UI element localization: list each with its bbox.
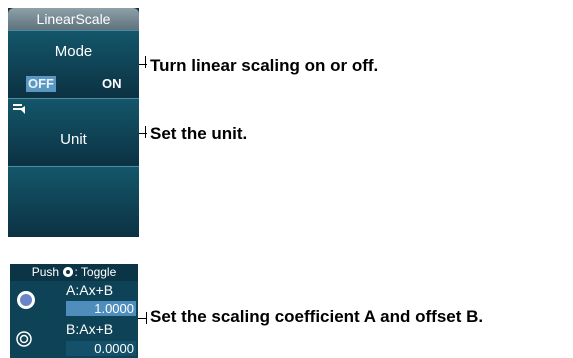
offset-b-value[interactable]: 0.0000 bbox=[66, 341, 136, 356]
empty-softkey[interactable] bbox=[8, 166, 139, 237]
mode-callout: Turn linear scaling on or off. bbox=[150, 56, 379, 75]
coef-callout: Set the scaling coefficient A and offset… bbox=[150, 307, 484, 326]
dial-active-icon[interactable] bbox=[16, 290, 36, 310]
coef-leader-tick bbox=[146, 312, 147, 324]
mode-option-on[interactable]: ON bbox=[100, 76, 124, 92]
jog-title-prefix: Push bbox=[31, 265, 60, 279]
mode-label: Mode bbox=[54, 43, 93, 60]
jog-title: Push : Toggle bbox=[10, 264, 138, 281]
menu-title: LinearScale bbox=[8, 8, 139, 30]
keyboard-icon bbox=[13, 104, 25, 114]
coef-a-label: A:Ax+B bbox=[66, 282, 114, 298]
jog-title-suffix: : Toggle bbox=[74, 265, 117, 279]
unit-softkey[interactable]: Unit bbox=[8, 98, 139, 165]
mode-option-off[interactable]: OFF bbox=[26, 76, 56, 92]
offset-b-label: B:Ax+B bbox=[66, 321, 114, 337]
mode-leader-tick bbox=[145, 56, 146, 68]
dial-inactive-icon[interactable] bbox=[16, 331, 32, 347]
linear-scale-menu: LinearScale Mode OFF ON Unit bbox=[8, 8, 139, 237]
unit-callout: Set the unit. bbox=[150, 124, 248, 143]
unit-label: Unit bbox=[60, 131, 87, 148]
unit-leader-tick bbox=[145, 126, 146, 138]
mode-softkey[interactable]: Mode OFF ON bbox=[8, 30, 139, 97]
coef-a-value[interactable]: 1.0000 bbox=[66, 301, 136, 316]
jog-panel: Push : Toggle A:Ax+B 1.0000 B:Ax+B 0.000… bbox=[10, 264, 138, 358]
push-knob-icon bbox=[63, 267, 74, 277]
